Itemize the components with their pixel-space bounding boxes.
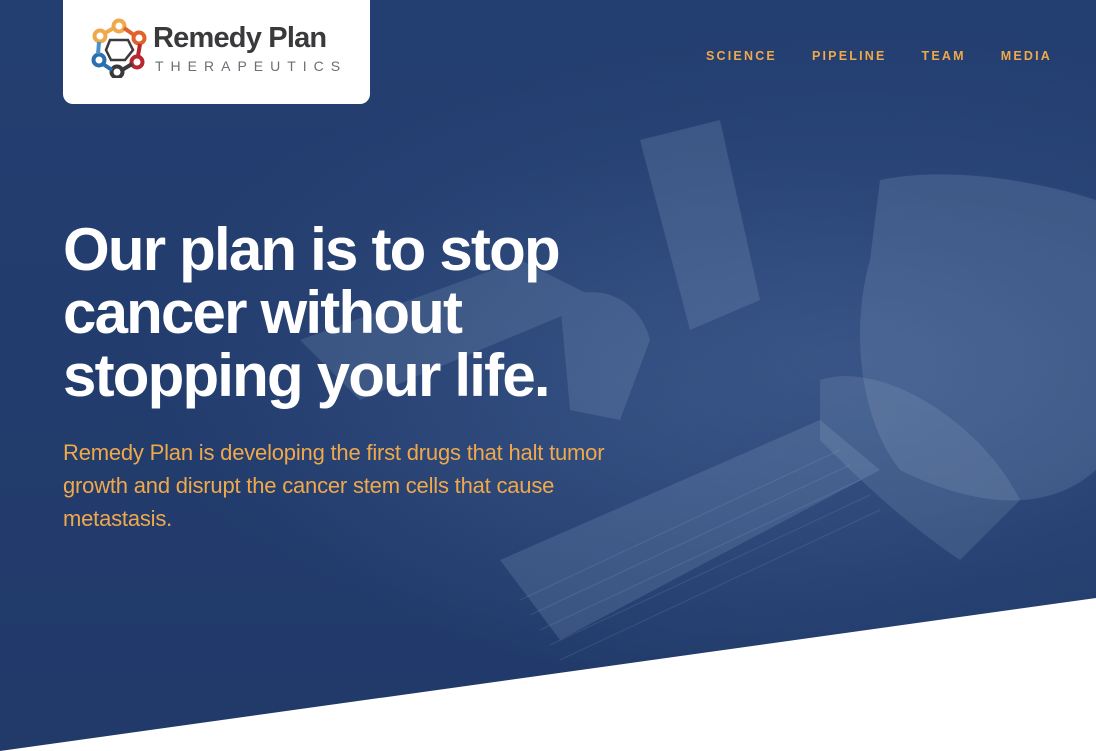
logo-name: Remedy Plan [153,22,327,54]
logo-molecule-icon [91,18,147,78]
hero-subtext: Remedy Plan is developing the first drug… [63,440,605,531]
nav-item-pipeline[interactable]: PIPELINE [812,49,887,63]
nav-item-science[interactable]: SCIENCE [706,49,777,63]
main-nav: SCIENCE PIPELINE TEAM MEDIA [706,49,1052,63]
logo-tagline: THERAPEUTICS [155,58,348,74]
nav-item-media[interactable]: MEDIA [1001,49,1052,63]
nav-item-team[interactable]: TEAM [922,49,966,63]
hero-headline: Our plan is to stop cancer without stopp… [63,216,561,409]
logo[interactable]: Remedy Plan THERAPEUTICS [63,0,370,104]
